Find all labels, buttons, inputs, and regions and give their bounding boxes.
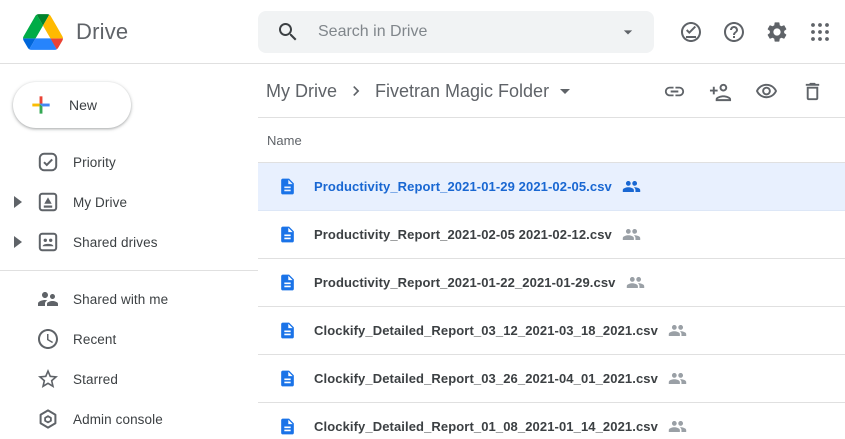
sidebar-divider (0, 270, 258, 271)
new-button[interactable]: New (13, 82, 131, 128)
main-content: My Drive Fivetran Magic Folder (258, 65, 845, 439)
sidebar-item-label: Priority (73, 155, 116, 170)
get-link-icon[interactable] (663, 80, 686, 103)
settings-gear-icon[interactable] (765, 20, 789, 44)
breadcrumb-my-drive[interactable]: My Drive (266, 81, 337, 102)
folder-toolbar: My Drive Fivetran Magic Folder (258, 65, 845, 118)
sidebar-item-recent[interactable]: Recent (0, 319, 258, 359)
file-row[interactable]: Productivity_Report_2021-01-29 2021-02-0… (258, 163, 845, 211)
admin-console-icon (36, 407, 60, 431)
file-name: Clockify_Detailed_Report_03_26_2021-04_0… (314, 371, 658, 386)
shared-people-icon (668, 369, 687, 388)
sidebar-menu: Priority My Drive (0, 142, 258, 439)
priority-icon (36, 150, 60, 174)
sidebar-item-shared-with-me[interactable]: Shared with me (0, 279, 258, 319)
shared-with-me-icon (36, 287, 60, 311)
csv-file-icon (278, 177, 297, 196)
sidebar: New Priority My Drive (0, 65, 258, 439)
search-bar[interactable] (258, 11, 654, 53)
expand-arrow-icon[interactable] (13, 236, 23, 248)
file-name: Clockify_Detailed_Report_01_08_2021-01_1… (314, 419, 658, 434)
top-bar: Drive (0, 0, 845, 64)
toolbar-actions (663, 80, 845, 103)
file-row[interactable]: Clockify_Detailed_Report_03_26_2021-04_0… (258, 355, 845, 403)
breadcrumb-current-folder[interactable]: Fivetran Magic Folder (375, 79, 577, 103)
new-plus-icon (28, 92, 54, 118)
file-row[interactable]: Productivity_Report_2021-02-05 2021-02-1… (258, 211, 845, 259)
search-input[interactable] (318, 23, 618, 41)
shared-people-icon (622, 225, 641, 244)
file-row[interactable]: Productivity_Report_2021-01-22_2021-01-2… (258, 259, 845, 307)
help-icon[interactable] (722, 20, 746, 44)
apps-grid-icon[interactable] (808, 20, 832, 44)
sidebar-item-label: Admin console (73, 412, 163, 427)
current-folder-name[interactable]: Fivetran Magic Folder (375, 81, 549, 102)
file-list: Productivity_Report_2021-01-29 2021-02-0… (258, 163, 845, 439)
breadcrumb-chevron-icon (346, 81, 366, 101)
sidebar-item-admin-console[interactable]: Admin console (0, 399, 258, 439)
sidebar-item-label: Starred (73, 372, 118, 387)
csv-file-icon (278, 273, 297, 292)
my-drive-icon (36, 190, 60, 214)
name-column-header[interactable]: Name (267, 133, 302, 148)
file-row[interactable]: Clockify_Detailed_Report_03_12_2021-03_1… (258, 307, 845, 355)
file-name: Clockify_Detailed_Report_03_12_2021-03_1… (314, 323, 658, 338)
search-options-caret-icon[interactable] (618, 22, 638, 42)
sidebar-item-shared-drives[interactable]: Shared drives (0, 222, 258, 262)
sidebar-item-starred[interactable]: Starred (0, 359, 258, 399)
file-row[interactable]: Clockify_Detailed_Report_01_08_2021-01_1… (258, 403, 845, 439)
expand-arrow-icon[interactable] (13, 196, 23, 208)
recent-clock-icon (36, 327, 60, 351)
shared-people-icon (668, 417, 687, 436)
list-header[interactable]: Name (258, 118, 845, 163)
folder-menu-caret-icon[interactable] (553, 79, 577, 103)
preview-eye-icon[interactable] (755, 80, 778, 103)
csv-file-icon (278, 321, 297, 340)
sidebar-item-label: Recent (73, 332, 116, 347)
share-person-add-icon[interactable] (709, 80, 732, 103)
file-name: Productivity_Report_2021-01-22_2021-01-2… (314, 275, 616, 290)
shared-people-icon (668, 321, 687, 340)
csv-file-icon (278, 225, 297, 244)
csv-file-icon (278, 369, 297, 388)
sidebar-item-label: My Drive (73, 195, 127, 210)
shared-people-icon (626, 273, 645, 292)
file-name: Productivity_Report_2021-01-29 2021-02-0… (314, 179, 612, 194)
sidebar-item-label: Shared with me (73, 292, 168, 307)
topbar-actions (679, 20, 845, 44)
app-name: Drive (76, 19, 128, 45)
sidebar-item-priority[interactable]: Priority (0, 142, 258, 182)
offline-status-icon[interactable] (679, 20, 703, 44)
drive-home-link[interactable]: Drive (0, 14, 258, 50)
star-icon (36, 367, 60, 391)
new-button-label: New (69, 97, 97, 113)
delete-trash-icon[interactable] (801, 80, 824, 103)
sidebar-item-my-drive[interactable]: My Drive (0, 182, 258, 222)
file-name: Productivity_Report_2021-02-05 2021-02-1… (314, 227, 612, 242)
shared-people-icon (622, 177, 641, 196)
drive-logo-icon (23, 14, 63, 50)
search-icon[interactable] (276, 20, 300, 44)
sidebar-item-label: Shared drives (73, 235, 158, 250)
csv-file-icon (278, 417, 297, 436)
shared-drives-icon (36, 230, 60, 254)
